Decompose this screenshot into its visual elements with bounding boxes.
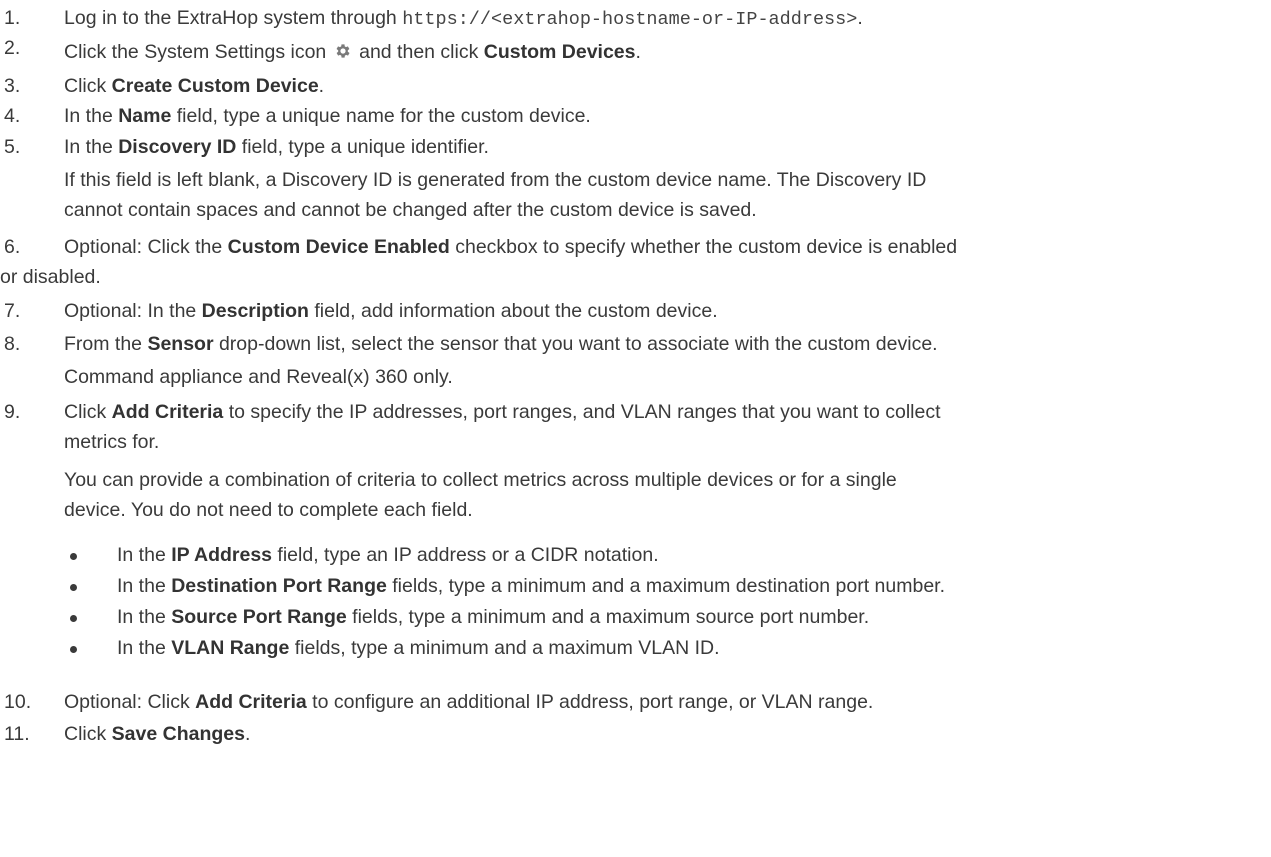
procedure-document: 1. Log in to the ExtraHop system through…	[0, 0, 1271, 857]
step-note: cannot contain spaces and cannot be chan…	[64, 199, 757, 221]
bullet-icon	[70, 553, 77, 560]
step-number: 4.	[4, 105, 21, 127]
add-criteria-label: Add Criteria	[111, 401, 224, 423]
custom-device-enabled-label: Custom Device Enabled	[227, 236, 450, 258]
bullet-icon	[70, 615, 77, 622]
step-number: 6.	[4, 236, 21, 258]
step-text-continued: metrics for.	[64, 431, 160, 453]
step-number: 10.	[4, 691, 32, 713]
ip-address-label: IP Address	[171, 544, 273, 566]
bullet-icon	[70, 646, 77, 653]
destination-port-range-label: Destination Port Range	[171, 575, 387, 597]
step-text: Log in to the ExtraHop system through	[64, 7, 403, 29]
create-custom-device-label: Create Custom Device	[111, 75, 319, 97]
source-port-range-label: Source Port Range	[171, 606, 347, 628]
step-number: 1.	[4, 7, 21, 29]
step-note: If this field is left blank, a Discovery…	[64, 169, 927, 191]
step-number: 2.	[4, 37, 21, 59]
step-note: Command appliance and Reveal(x) 360 only…	[64, 366, 453, 388]
step-text: Click the System Settings icon	[64, 41, 332, 63]
name-field-label: Name	[118, 105, 172, 127]
step-number: 8.	[4, 333, 21, 355]
url-code: https://<extrahop-hostname-or-IP-address…	[402, 9, 858, 30]
step-note: You can provide a combination of criteri…	[64, 469, 897, 491]
vlan-range-label: VLAN Range	[171, 637, 290, 659]
discovery-id-label: Discovery ID	[118, 136, 237, 158]
step-number: 11.	[4, 723, 30, 745]
gear-icon	[334, 39, 352, 69]
step-note: device. You do not need to complete each…	[64, 499, 473, 521]
step-number: 5.	[4, 136, 21, 158]
custom-devices-label: Custom Devices	[483, 41, 636, 63]
description-label: Description	[201, 300, 309, 322]
step-text-continued: or disabled.	[0, 266, 101, 288]
step-number: 9.	[4, 401, 21, 423]
add-criteria-label: Add Criteria	[195, 691, 307, 713]
bullet-icon	[70, 584, 77, 591]
step-number: 3.	[4, 75, 21, 97]
sensor-label: Sensor	[147, 333, 214, 355]
step-number: 7.	[4, 300, 21, 322]
save-changes-label: Save Changes	[111, 723, 245, 745]
